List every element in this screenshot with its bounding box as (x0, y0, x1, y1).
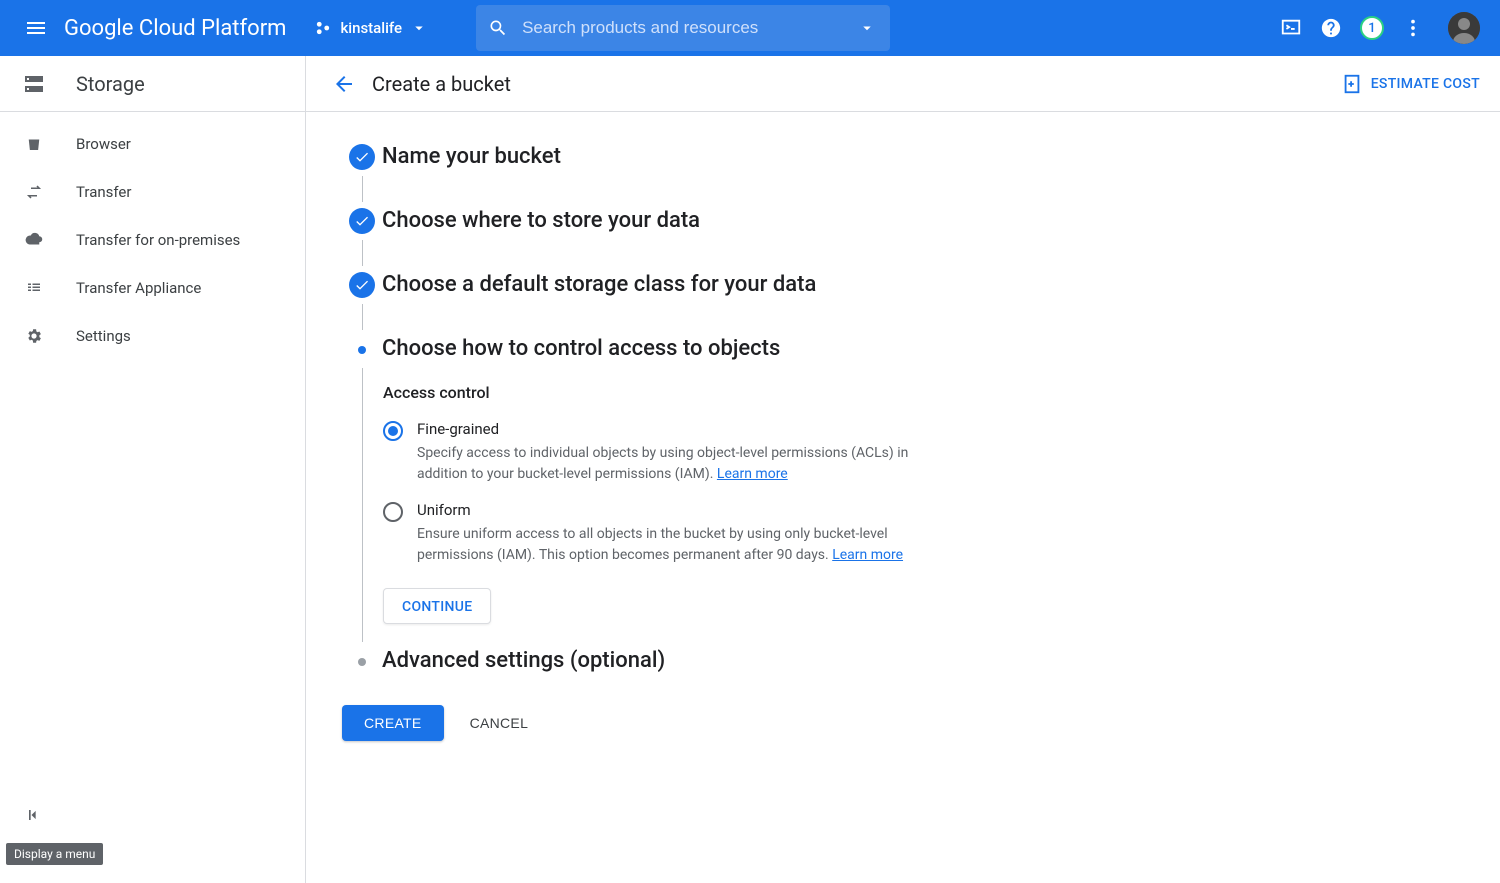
gcp-logo-text[interactable]: Google Cloud Platform (64, 16, 286, 41)
sidebar-item-label: Transfer (76, 183, 131, 201)
step-title: Name your bucket (382, 144, 1266, 169)
collapse-sidebar-button[interactable] (24, 805, 44, 829)
cloud-shell-icon (1280, 17, 1302, 39)
sidebar-item-label: Browser (76, 135, 131, 153)
step-access-control: Choose how to control access to objects … (342, 336, 1266, 648)
radio-description: Ensure uniform access to all objects in … (417, 524, 937, 566)
sidebar-header: Storage (0, 56, 305, 112)
step-title: Advanced settings (optional) (382, 648, 1266, 673)
more-vert-icon (1402, 17, 1424, 39)
topbar-right-icons: 1 (1280, 12, 1480, 44)
footer-actions: CREATE CANCEL (342, 681, 1266, 741)
access-control-label: Access control (383, 383, 1266, 402)
sidebar-item-settings[interactable]: Settings (0, 312, 305, 360)
pending-step-dot (358, 658, 366, 666)
back-button[interactable] (326, 66, 362, 102)
main-header: Create a bucket ESTIMATE COST (306, 56, 1500, 112)
transfer-icon (22, 180, 46, 204)
sidebar-item-transfer-onprem[interactable]: Transfer for on-premises (0, 216, 305, 264)
menu-icon (24, 16, 48, 40)
sidebar-nav: Browser Transfer Transfer for on-premise… (0, 112, 305, 360)
cloud-upload-icon (22, 228, 46, 252)
project-icon (314, 19, 332, 37)
search-dropdown-icon[interactable] (858, 19, 876, 37)
appliance-icon (22, 276, 46, 300)
search-icon (488, 18, 508, 38)
account-avatar[interactable] (1448, 12, 1480, 44)
sidebar-item-transfer-appliance[interactable]: Transfer Appliance (0, 264, 305, 312)
sidebar-item-label: Transfer for on-premises (76, 231, 240, 249)
create-button[interactable]: CREATE (342, 705, 444, 741)
step-title: Choose where to store your data (382, 208, 1266, 233)
sidebar-item-browser[interactable]: Browser (0, 120, 305, 168)
top-bar: Google Cloud Platform kinstalife 1 (0, 0, 1500, 56)
search-input[interactable] (522, 18, 878, 38)
check-icon (354, 277, 370, 293)
tooltip: Display a menu (6, 843, 103, 865)
sidebar-item-label: Settings (76, 327, 131, 345)
chevron-left-icon (24, 805, 44, 825)
check-icon (354, 213, 370, 229)
search-box[interactable] (476, 5, 890, 51)
step-name-bucket[interactable]: Name your bucket (342, 144, 1266, 208)
access-control-section: Access control Fine-grained Specify acce… (383, 383, 1266, 648)
hamburger-menu-button[interactable] (12, 4, 60, 52)
radio-description: Specify access to individual objects by … (417, 443, 937, 485)
continue-button[interactable]: CONTINUE (383, 588, 491, 624)
storage-product-icon (22, 72, 46, 96)
estimate-cost-button[interactable]: ESTIMATE COST (1341, 73, 1480, 95)
step-storage-class[interactable]: Choose a default storage class for your … (342, 272, 1266, 336)
arrow-back-icon (332, 72, 356, 96)
notifications-badge[interactable]: 1 (1360, 16, 1384, 40)
current-step-dot (358, 346, 366, 354)
dropdown-icon (410, 19, 428, 37)
help-button[interactable] (1320, 17, 1342, 39)
radio-button[interactable] (383, 502, 403, 522)
project-selector[interactable]: kinstalife (314, 19, 428, 37)
main-panel: Create a bucket ESTIMATE COST Name your … (306, 56, 1500, 883)
stepper: Name your bucket Choose where to store y… (306, 112, 1266, 781)
gear-icon (22, 324, 46, 348)
bucket-icon (22, 132, 46, 156)
help-icon (1320, 17, 1342, 39)
estimate-cost-label: ESTIMATE COST (1371, 76, 1480, 92)
radio-button[interactable] (383, 421, 403, 441)
radio-fine-grained[interactable]: Fine-grained Specify access to individua… (383, 420, 1266, 485)
sidebar: Storage Browser Transfer Transfer for on… (0, 56, 306, 883)
sidebar-item-label: Transfer Appliance (76, 279, 201, 297)
cancel-button[interactable]: CANCEL (470, 715, 529, 731)
step-location[interactable]: Choose where to store your data (342, 208, 1266, 272)
learn-more-link[interactable]: Learn more (832, 547, 903, 563)
radio-uniform[interactable]: Uniform Ensure uniform access to all obj… (383, 501, 1266, 566)
step-advanced-settings[interactable]: Advanced settings (optional) (342, 648, 1266, 681)
step-title: Choose a default storage class for your … (382, 272, 1266, 297)
page-title: Create a bucket (372, 72, 511, 96)
step-title: Choose how to control access to objects (382, 336, 1266, 361)
learn-more-link[interactable]: Learn more (717, 466, 788, 482)
sidebar-product-title: Storage (76, 72, 145, 96)
sidebar-item-transfer[interactable]: Transfer (0, 168, 305, 216)
cloud-shell-button[interactable] (1280, 17, 1302, 39)
project-name: kinstalife (340, 19, 402, 37)
radio-title: Fine-grained (417, 420, 937, 438)
estimate-cost-icon (1341, 73, 1363, 95)
more-button[interactable] (1402, 17, 1424, 39)
check-icon (354, 149, 370, 165)
radio-title: Uniform (417, 501, 937, 519)
